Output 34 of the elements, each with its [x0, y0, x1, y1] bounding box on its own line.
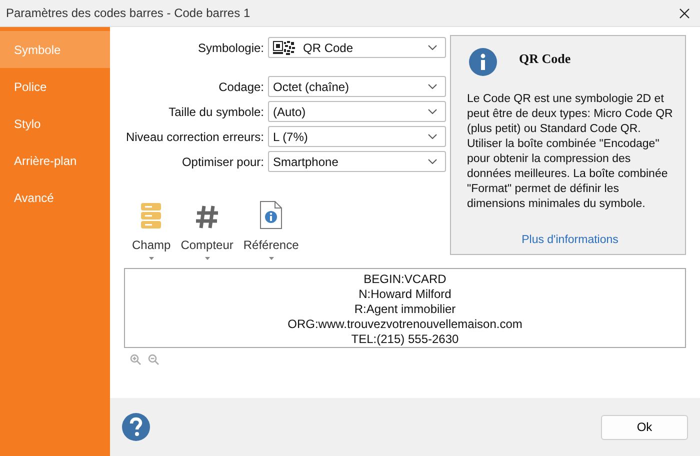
- window-title: Paramètres des codes barres - Code barres 1: [6, 6, 250, 20]
- caret-icon: [148, 257, 154, 260]
- chevron-down-icon: [428, 109, 437, 114]
- qr-code-icon: [273, 40, 295, 54]
- barcode-data-field[interactable]: BEGIN:VCARD N:Howard Milford R:Agent immobilier ORG:www.trouvezvotrenouvellemaison.com TEL:(215) 555-2630: [124, 268, 686, 348]
- info-icon: [469, 48, 497, 76]
- field-label: Niveau correction erreurs:: [126, 130, 264, 144]
- close-icon[interactable]: [679, 8, 690, 18]
- insert-tool-button[interactable]: Référence: [243, 190, 299, 260]
- field-label: Symbologie:: [198, 40, 264, 54]
- more-info-link[interactable]: Plus d'informations: [522, 234, 618, 246]
- chevron-down-icon: [428, 45, 437, 50]
- insert-tool-button[interactable]: Champ: [132, 190, 171, 260]
- field-label: Taille du symbole:: [168, 104, 264, 118]
- dropdown[interactable]: Smartphone: [268, 151, 446, 172]
- chevron-down-icon: [428, 159, 437, 164]
- chevron-down-icon: [428, 134, 437, 139]
- info-document-icon: [260, 201, 282, 229]
- dropdown[interactable]: Octet (chaîne): [268, 76, 446, 97]
- dropdown[interactable]: L (7%): [268, 126, 446, 147]
- info-title: QR Code: [519, 51, 571, 67]
- field-label: Codage:: [218, 80, 264, 94]
- ok-button[interactable]: Ok: [601, 414, 688, 440]
- caret-icon: [268, 257, 274, 260]
- insert-tool-button[interactable]: Compteur: [180, 190, 234, 260]
- info-description: Le Code QR est une symbologie 2D et peut être de deux types: Micro Code QR (plus petit) ou Standard Code QR. Utiliser la boîte combinée "Encodage" pour obtenir la compression des données meilleures. La boîte combinée "Format" permet de définir les dimensions minimales du symbole.: [467, 92, 673, 212]
- field-label: Optimiser pour:: [182, 154, 264, 168]
- hash-icon: [195, 205, 220, 229]
- dropdown[interactable]: (Auto): [268, 101, 446, 122]
- help-icon[interactable]: [122, 413, 150, 441]
- database-icon: [141, 203, 162, 229]
- caret-icon: [204, 257, 210, 260]
- symbology-dropdown[interactable]: QR Code: [268, 37, 446, 58]
- chevron-down-icon: [428, 84, 437, 89]
